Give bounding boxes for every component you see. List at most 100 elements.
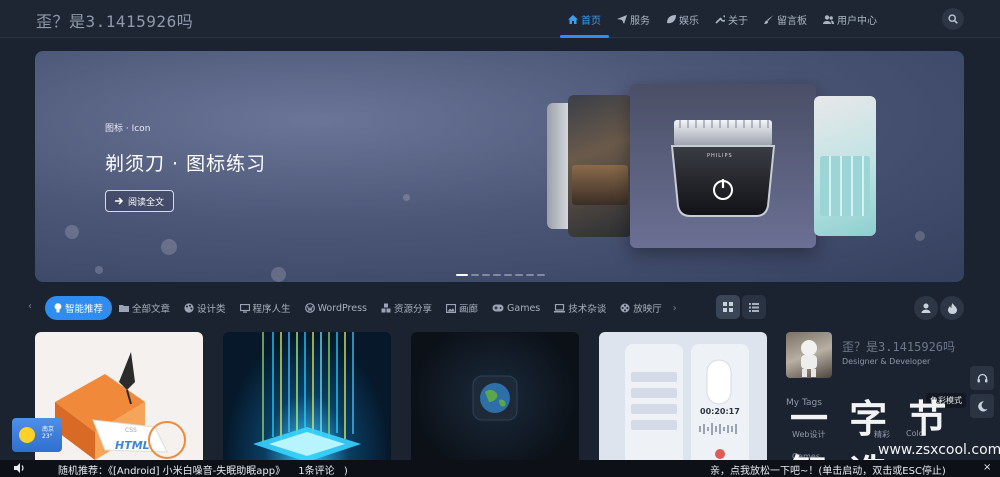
carousel-card-left[interactable] xyxy=(568,95,632,237)
headset-icon xyxy=(977,373,987,382)
list-icon xyxy=(749,302,759,312)
plane-icon xyxy=(617,14,627,24)
tab-label: 设计类 xyxy=(197,304,226,315)
weather-widget[interactable]: 南京 23° xyxy=(12,418,62,452)
post-thumbnail xyxy=(55,352,186,460)
slider-dot[interactable] xyxy=(471,274,479,276)
nav-label-about: 关于 xyxy=(728,15,748,27)
tab-label: 资源分享 xyxy=(393,304,432,315)
palette-icon xyxy=(184,303,194,313)
weather-temp: 23° xyxy=(42,433,53,440)
post-thumbnail xyxy=(253,332,361,462)
card-image-keyboard xyxy=(572,165,628,205)
author-role: Designer & Developer xyxy=(842,357,931,366)
bottom-music-bar: 随机推荐：《[Android] 小米白噪音-失眠助眠app》 1条评论 ) 亲，… xyxy=(0,460,1000,477)
cubes-icon xyxy=(381,303,391,313)
thumb-text-css: CSS xyxy=(125,427,137,434)
tab-wordpress[interactable]: WordPress xyxy=(298,296,374,320)
slider-dot[interactable] xyxy=(537,274,545,276)
folder-icon xyxy=(119,305,130,312)
slider-dot[interactable] xyxy=(504,274,512,276)
tab-cinema[interactable]: 放映厅 xyxy=(613,296,669,320)
hot-button[interactable] xyxy=(940,296,964,320)
tab-programmer-life[interactable]: 程序人生 xyxy=(233,296,298,320)
razor-brand: PHILIPS xyxy=(707,153,733,159)
tab-gallery[interactable]: 画廊 xyxy=(439,296,485,320)
nav-label-home: 首页 xyxy=(581,15,601,27)
carousel-card-center[interactable]: PHILIPS xyxy=(630,84,816,248)
slider-dot[interactable] xyxy=(493,274,501,276)
nav-item-about[interactable]: 关于 xyxy=(707,0,756,38)
nav-item-service[interactable]: 服务 xyxy=(609,0,658,38)
arrow-right-icon xyxy=(115,197,124,205)
astronaut-image xyxy=(801,340,817,377)
slider-dot[interactable] xyxy=(526,274,534,276)
tab-design[interactable]: 设计类 xyxy=(177,296,233,320)
tab-all-posts[interactable]: 全部文章 xyxy=(112,296,177,320)
hero-slider[interactable]: 图标 · Icon 剃须刀 · 图标练习 阅读全文 PHILIPS xyxy=(35,51,964,282)
users-icon xyxy=(823,14,834,24)
nav-item-entertainment[interactable]: 娱乐 xyxy=(658,0,707,38)
tab-label: 技术杂谈 xyxy=(568,304,607,315)
hero-category[interactable]: 图标 · Icon xyxy=(105,121,150,134)
chevron-right-icon[interactable]: › xyxy=(669,303,677,314)
thumb-timer: 00:20:17 xyxy=(700,407,740,416)
watermark-url: www.zsxcool.com xyxy=(878,442,1000,458)
post-card[interactable] xyxy=(411,332,579,477)
home-icon xyxy=(568,14,578,24)
user-button[interactable] xyxy=(914,296,938,320)
post-card[interactable] xyxy=(223,332,391,477)
laptop-icon xyxy=(554,303,566,312)
author-name[interactable]: 歪？是3.1415926吗 xyxy=(842,338,955,355)
slider-pagination xyxy=(456,274,545,276)
slider-dot[interactable] xyxy=(515,274,523,276)
weather-city: 南京 xyxy=(42,426,55,433)
tab-label: 放映厅 xyxy=(633,304,662,315)
chevron-left-icon[interactable]: ‹ xyxy=(28,301,32,312)
search-icon xyxy=(948,14,958,24)
speaker-icon[interactable] xyxy=(14,463,26,473)
monitor-icon xyxy=(239,303,250,313)
read-more-button[interactable]: 阅读全文 xyxy=(105,190,175,212)
tab-label: 画廊 xyxy=(459,304,479,315)
slider-dot[interactable] xyxy=(482,274,490,276)
post-card[interactable]: HTML CSS xyxy=(35,332,203,477)
carousel-card-right[interactable] xyxy=(814,96,876,236)
relax-player-hint[interactable]: 亲，点我放松一下吧~！(单击启动，双击或ESC停止) xyxy=(710,462,946,477)
paint-brush-icon xyxy=(764,14,774,24)
bokeh-decoration xyxy=(65,225,79,239)
nav-item-user-center[interactable]: 用户中心 xyxy=(815,0,885,38)
top-navbar: 歪？是3.1415926吗 首页 服务 娱乐 关于 留言板 用户中心 xyxy=(0,0,1000,38)
nav-label-service: 服务 xyxy=(630,15,650,27)
tab-label: 全部文章 xyxy=(132,304,171,315)
gamepad-icon xyxy=(492,304,504,312)
search-button[interactable] xyxy=(942,8,964,30)
site-title[interactable]: 歪？是3.1415926吗 xyxy=(36,8,193,32)
random-title[interactable]: 《[Android] 小米白噪音-失眠助眠app》 xyxy=(108,466,285,477)
tab-recommended[interactable]: 智能推荐 xyxy=(45,296,113,320)
tab-tech-talk[interactable]: 技术杂谈 xyxy=(547,296,613,320)
wrench-icon xyxy=(715,14,725,24)
bulb-icon xyxy=(54,303,62,313)
post-thumbnail xyxy=(472,375,518,421)
tab-games[interactable]: Games xyxy=(485,296,547,320)
list-view-button[interactable] xyxy=(742,295,766,319)
random-recommend[interactable]: 随机推荐：《[Android] 小米白噪音-失眠助眠app》 1条评论 ) xyxy=(58,462,348,477)
nav-label-user-center: 用户中心 xyxy=(837,15,877,27)
read-more-label: 阅读全文 xyxy=(128,197,165,208)
tab-resources[interactable]: 资源分享 xyxy=(374,296,439,320)
grid-view-button[interactable] xyxy=(716,295,740,319)
post-card[interactable]: 00:20:17 xyxy=(599,332,767,477)
avatar[interactable] xyxy=(786,332,832,378)
nav-item-home[interactable]: 首页 xyxy=(560,0,609,38)
leaf-icon xyxy=(667,14,676,23)
close-icon[interactable]: × xyxy=(983,462,991,473)
hero-title[interactable]: 剃须刀 · 图标练习 xyxy=(105,149,266,176)
slider-dot[interactable] xyxy=(456,274,468,276)
comment-count: 1条评论 xyxy=(298,466,335,477)
support-button[interactable] xyxy=(970,366,994,390)
sun-icon xyxy=(19,427,35,443)
random-prefix: 随机推荐： xyxy=(58,466,108,477)
main-nav: 首页 服务 娱乐 关于 留言板 用户中心 xyxy=(560,0,885,38)
nav-item-guestbook[interactable]: 留言板 xyxy=(756,0,815,38)
